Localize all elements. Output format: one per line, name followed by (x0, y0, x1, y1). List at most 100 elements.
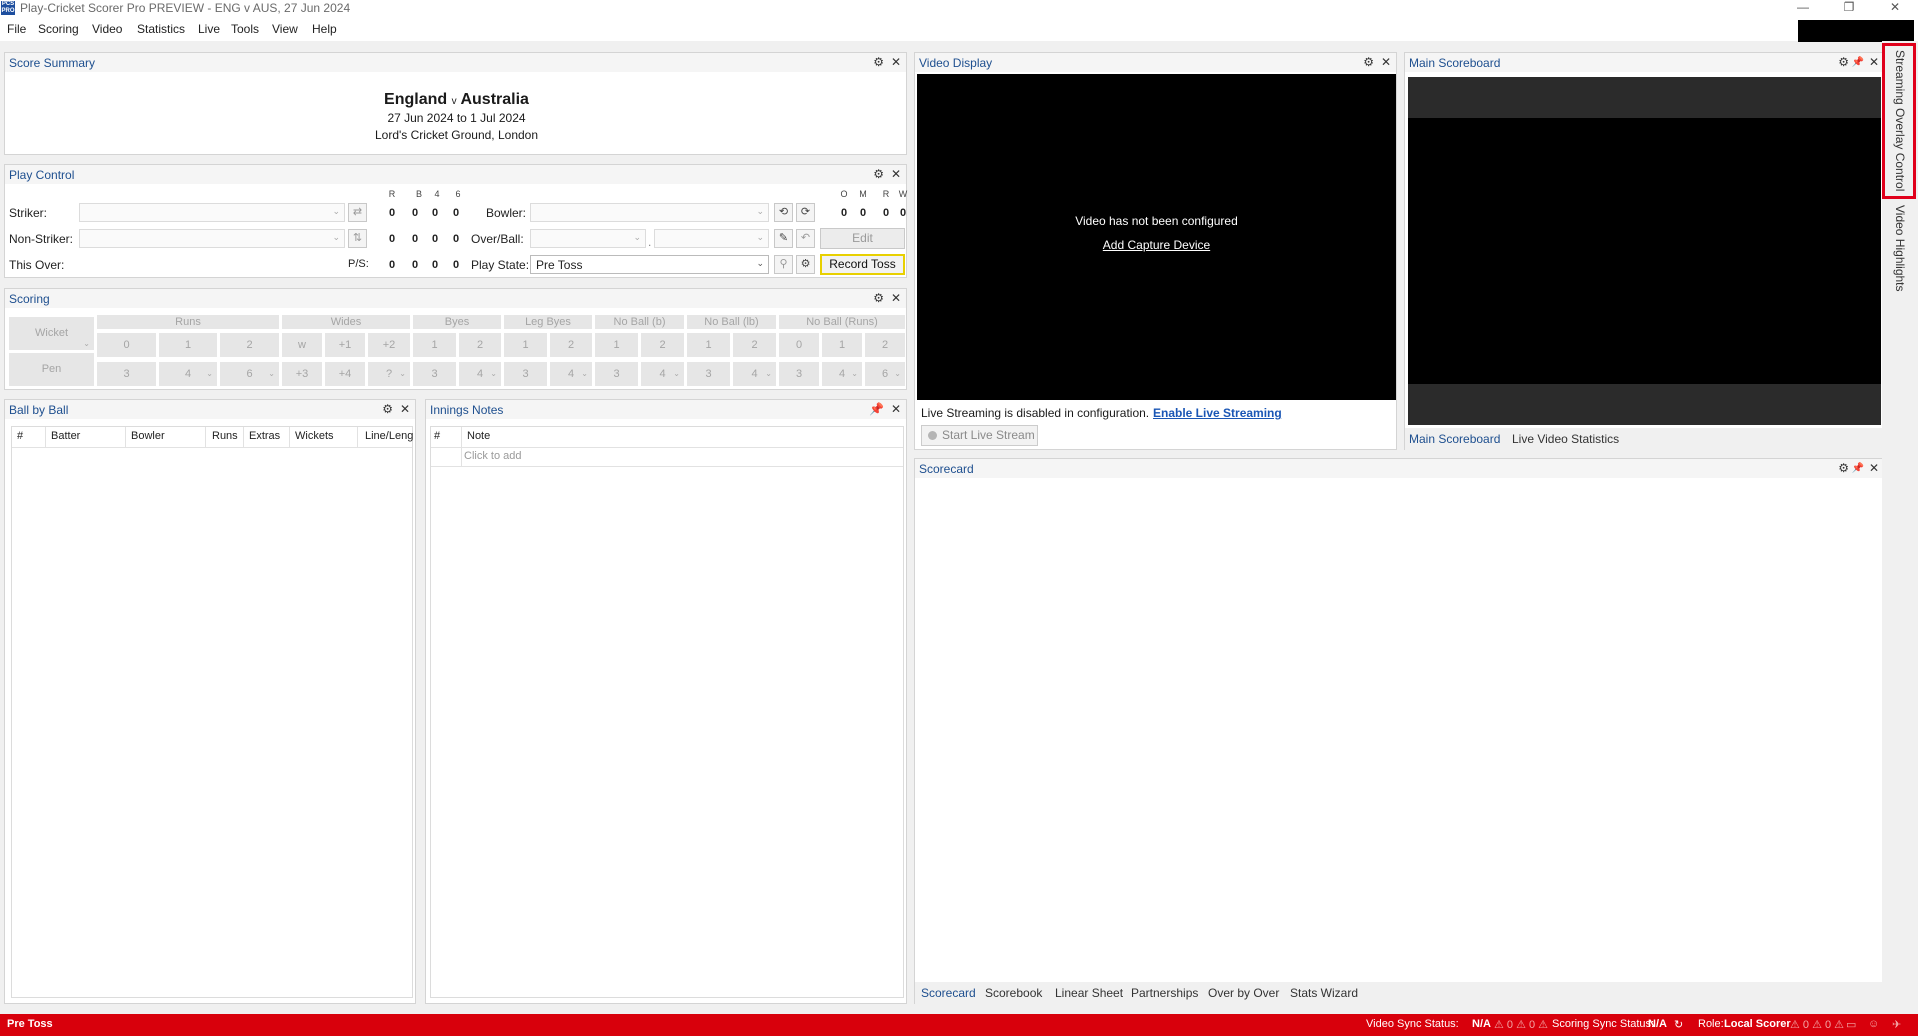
bowler-end-icon[interactable]: ⟳ (796, 203, 815, 222)
close-icon[interactable]: ✕ (891, 291, 901, 305)
add-note-placeholder[interactable]: Click to add (464, 450, 521, 462)
tab-linear-sheet[interactable]: Linear Sheet (1055, 986, 1123, 1000)
legbyes-4-button[interactable]: 4 ⌄ (550, 362, 592, 386)
edit-icon[interactable]: ✎ (774, 229, 793, 248)
runs-1-button[interactable]: 1 (159, 333, 217, 357)
legbyes-2-button[interactable]: 2 (550, 333, 592, 357)
column-header[interactable]: # (434, 430, 440, 442)
nblb-4-button[interactable]: 4 ⌄ (733, 362, 776, 386)
nbb-3-button[interactable]: 3 (595, 362, 638, 386)
runs-3-button[interactable]: 3 (97, 362, 156, 386)
column-header[interactable]: Wickets (295, 430, 334, 442)
nblb-2-button[interactable]: 2 (733, 333, 776, 357)
close-icon[interactable]: ✕ (1869, 55, 1879, 69)
wide-other-button[interactable]: ? ⌄ (368, 362, 410, 386)
column-header[interactable]: Runs (212, 430, 238, 442)
column-header[interactable]: Batter (51, 430, 80, 442)
edit-button[interactable]: Edit (820, 228, 905, 249)
wide-plus2-button[interactable]: +2 (368, 333, 410, 357)
tab-over-by-over[interactable]: Over by Over (1208, 986, 1279, 1000)
nbr-1-button[interactable]: 1 (822, 333, 862, 357)
swap-ends-icon[interactable]: ⇅ (348, 229, 367, 248)
close-window-button[interactable]: ✕ (1872, 0, 1918, 17)
gear-icon[interactable]: ⚙ (873, 167, 884, 181)
column-header[interactable]: Bowler (131, 430, 165, 442)
chat-icon[interactable]: ▭ (1846, 1018, 1856, 1031)
ball-select[interactable]: ⌄ (654, 229, 769, 248)
user-icon[interactable]: ☺ (1868, 1018, 1879, 1030)
play-state-select[interactable]: Pre Toss ⌄ (530, 255, 769, 274)
nbr-4-button[interactable]: 4 ⌄ (822, 362, 862, 386)
gear-icon[interactable]: ⚙ (873, 291, 884, 305)
close-icon[interactable]: ✕ (891, 55, 901, 69)
video-highlights-tab[interactable]: Video Highlights (1882, 201, 1916, 321)
tab-stats-wizard[interactable]: Stats Wizard (1290, 986, 1358, 1000)
restore-button[interactable]: ❐ (1826, 0, 1872, 17)
gear-icon[interactable]: ⚙ (1838, 55, 1849, 69)
nbr-2-button[interactable]: 2 (865, 333, 905, 357)
column-header[interactable]: Extras (249, 430, 280, 442)
wide-plus4-button[interactable]: +4 (325, 362, 365, 386)
striker-select[interactable]: ⌄ (79, 203, 345, 222)
nbb-4-button[interactable]: 4 ⌄ (641, 362, 684, 386)
tab-scorebook[interactable]: Scorebook (985, 986, 1042, 1000)
byes-3-button[interactable]: 3 (413, 362, 456, 386)
menu-tools[interactable]: Tools (231, 22, 259, 36)
menu-live[interactable]: Live (198, 22, 220, 36)
video-viewport[interactable]: Video has not been configured Add Captur… (917, 74, 1396, 400)
menu-help[interactable]: Help (312, 22, 337, 36)
key-icon[interactable]: ⚲ (774, 255, 793, 274)
column-header[interactable]: # (17, 430, 23, 442)
nbr-0-button[interactable]: 0 (779, 333, 819, 357)
bowler-select[interactable]: ⌄ (530, 203, 769, 222)
record-toss-button[interactable]: Record Toss (820, 254, 905, 275)
runs-4-button[interactable]: 4 ⌄ (159, 362, 217, 386)
undo-icon[interactable]: ↶ (796, 229, 815, 248)
menu-file[interactable]: File (7, 22, 26, 36)
nbb-2-button[interactable]: 2 (641, 333, 684, 357)
nonstriker-select[interactable]: ⌄ (79, 229, 345, 248)
tab-partnerships[interactable]: Partnerships (1131, 986, 1198, 1000)
wide-plus3-button[interactable]: +3 (282, 362, 322, 386)
nblb-1-button[interactable]: 1 (687, 333, 730, 357)
gear-icon[interactable]: ⚙ (873, 55, 884, 69)
nbr-3-button[interactable]: 3 (779, 362, 819, 386)
swap-striker-icon[interactable]: ⇄ (348, 203, 367, 222)
menu-statistics[interactable]: Statistics (137, 22, 185, 36)
close-icon[interactable]: ✕ (1381, 55, 1391, 69)
signal-icon[interactable]: ✈ (1892, 1018, 1901, 1031)
gear-icon[interactable]: ⚙ (1363, 55, 1374, 69)
byes-4-button[interactable]: 4 ⌄ (459, 362, 501, 386)
penalty-button[interactable]: Pen (9, 353, 94, 386)
wicket-button[interactable]: Wicket ⌄ (9, 317, 94, 350)
column-header[interactable]: Note (467, 430, 490, 442)
enable-live-streaming-link[interactable]: Enable Live Streaming (1153, 406, 1282, 420)
close-icon[interactable]: ✕ (891, 167, 901, 181)
legbyes-3-button[interactable]: 3 (504, 362, 547, 386)
start-live-stream-button[interactable]: Start Live Stream (921, 425, 1038, 446)
tab-main-scoreboard[interactable]: Main Scoreboard (1409, 432, 1500, 446)
gear-icon[interactable]: ⚙ (1838, 461, 1849, 475)
tab-live-video-statistics[interactable]: Live Video Statistics (1512, 432, 1619, 446)
pin-icon[interactable]: 📌 (1852, 463, 1864, 474)
nbb-1-button[interactable]: 1 (595, 333, 638, 357)
refresh-icon[interactable]: ↻ (1674, 1018, 1683, 1031)
byes-2-button[interactable]: 2 (459, 333, 501, 357)
menu-scoring[interactable]: Scoring (38, 22, 79, 36)
byes-1-button[interactable]: 1 (413, 333, 456, 357)
runs-2-button[interactable]: 2 (220, 333, 279, 357)
wide-button[interactable]: w (282, 333, 322, 357)
over-select[interactable]: ⌄ (530, 229, 646, 248)
streaming-overlay-control-tab[interactable]: Streaming Overlay Control (1882, 43, 1916, 199)
close-icon[interactable]: ✕ (1869, 461, 1879, 475)
runs-0-button[interactable]: 0 (97, 333, 156, 357)
menu-video[interactable]: Video (92, 22, 122, 36)
settings-toggle-icon[interactable]: ⚙ (796, 255, 815, 274)
tab-scorecard[interactable]: Scorecard (921, 986, 976, 1000)
close-icon[interactable]: ✕ (400, 402, 410, 416)
pin-icon[interactable]: 📌 (869, 402, 884, 416)
gear-icon[interactable]: ⚙ (382, 402, 393, 416)
change-bowler-icon[interactable]: ⟲ (774, 203, 793, 222)
minimize-button[interactable]: — (1780, 0, 1826, 17)
nblb-3-button[interactable]: 3 (687, 362, 730, 386)
